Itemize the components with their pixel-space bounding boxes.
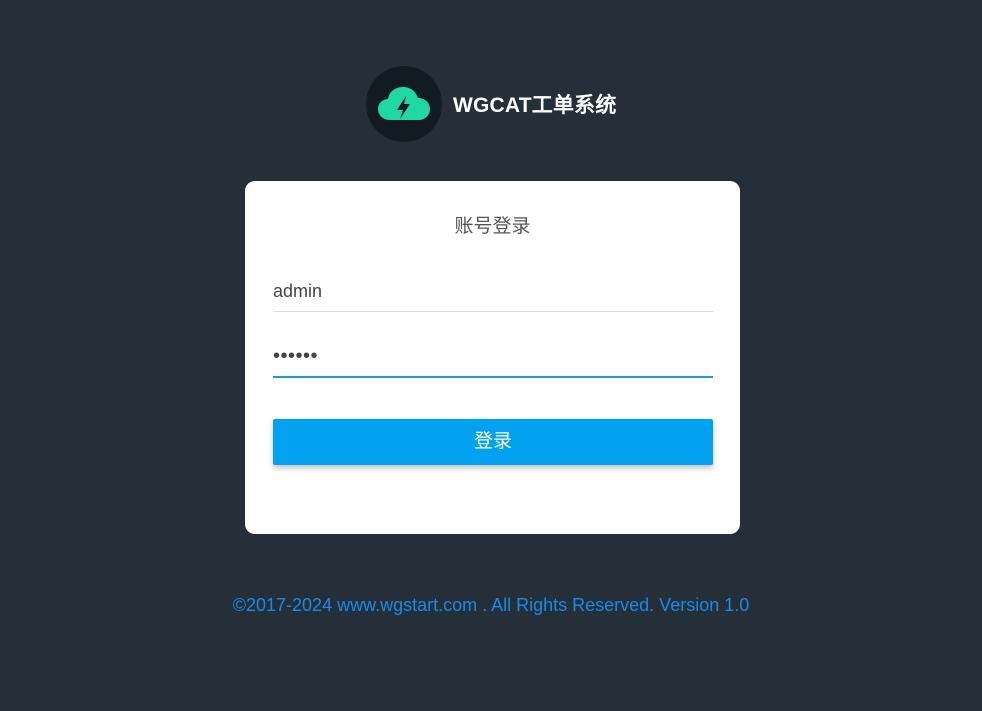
brand-header: WGCAT工单系统 (366, 66, 617, 142)
username-field-wrapper (273, 271, 713, 312)
password-field-wrapper (273, 336, 713, 378)
login-card: 账号登录 登录 (245, 181, 740, 534)
password-input[interactable] (273, 336, 713, 376)
app-title: WGCAT工单系统 (453, 94, 617, 117)
copyright-text[interactable]: ©2017-2024 www.wgstart.com . All Rights … (233, 595, 750, 615)
logo (366, 66, 442, 142)
footer-copyright: ©2017-2024 www.wgstart.com . All Rights … (0, 595, 982, 616)
username-input[interactable] (273, 271, 713, 311)
login-button[interactable]: 登录 (273, 419, 713, 465)
login-heading: 账号登录 (454, 216, 531, 237)
cloud-lightning-icon (378, 87, 430, 120)
